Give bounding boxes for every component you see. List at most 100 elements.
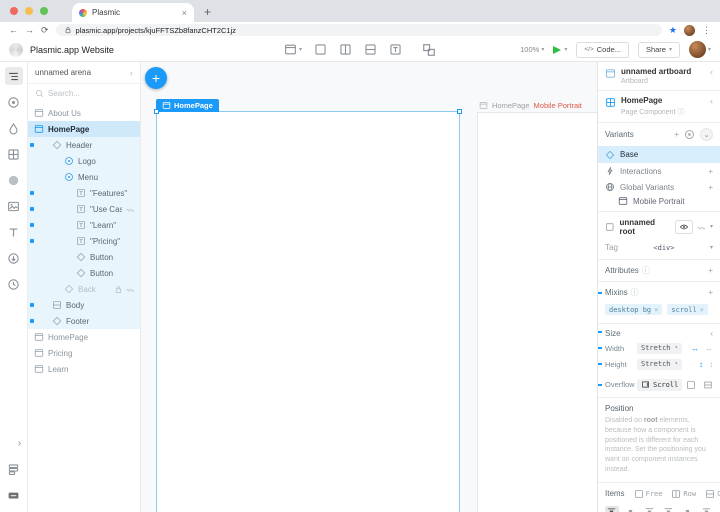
overflow-hidden-icon[interactable] [686,380,696,390]
artboard-info-row[interactable]: unnamed artboard Artboard ‹ [598,62,720,91]
tree-row-back[interactable]: Back [28,281,140,297]
window-controls[interactable] [0,0,58,22]
horizontal-stack-tool-button[interactable] [339,43,352,56]
overflow-scroll-button[interactable]: Scroll [637,379,682,391]
outline-tab-icon[interactable] [5,67,23,85]
add-attribute-icon[interactable]: + [708,266,713,275]
tree-row-about-us[interactable]: About Us [28,105,140,121]
align-start-button[interactable] [605,506,619,512]
component-info-row[interactable]: HomePage Page Component ⓘ ‹ [598,91,720,123]
items-row-button[interactable]: Row [671,489,696,499]
tree-row-button-1[interactable]: Button [28,249,140,265]
text-tool-button[interactable] [389,43,402,56]
import-icon[interactable] [5,249,23,267]
tree-search[interactable] [28,84,140,102]
wrap-width-icon[interactable]: ↔ [705,344,713,353]
items-col-button[interactable]: Col [705,489,720,499]
tag-dropdown-icon[interactable]: ▾ [710,245,713,251]
remove-mixin-icon[interactable]: × [700,306,704,314]
tree-row-learn-page[interactable]: Learn [28,361,140,377]
add-frame-button[interactable]: + [145,67,167,89]
minimize-window-icon[interactable] [25,7,33,15]
tag-value[interactable]: <div> [618,244,710,252]
tree-row-footer[interactable]: Footer [28,313,140,329]
back-icon[interactable]: ← [9,26,18,35]
items-free-button[interactable]: Free [634,489,663,499]
collapse-icon[interactable]: ‹ [710,67,713,77]
tree-row-use-cases[interactable]: "Use Cases" [28,201,140,217]
interactions-row[interactable]: Interactions + [598,163,720,179]
box-tool-button[interactable] [314,43,327,56]
theme-drop-icon[interactable] [5,119,23,137]
forward-icon[interactable]: → [25,26,34,35]
tree-row-menu[interactable]: Menu [28,169,140,185]
bookmark-star-icon[interactable]: ★ [669,25,677,36]
frame-tool-button[interactable]: ▾ [284,43,302,56]
project-title[interactable]: Plasmic.app Website [30,45,114,55]
wrap-height-icon[interactable]: ↕ [709,360,713,369]
artboard1-label[interactable]: HomePage [156,99,219,112]
images-icon[interactable] [5,197,23,215]
reload-icon[interactable]: ⟳ [41,26,49,35]
new-tab-button[interactable]: + [204,5,211,19]
tree-row-pricing[interactable]: "Pricing" [28,233,140,249]
account-menu[interactable]: ▾ [689,41,711,58]
artboard-homepage[interactable]: HomePage [156,111,460,512]
tree-row-homepage-mobile[interactable]: HomePage [28,329,140,345]
panels-icon[interactable] [5,460,23,478]
close-window-icon[interactable] [10,7,18,15]
preview-button[interactable]: ▾ [553,46,567,54]
height-dropdown[interactable]: Stretch▾ [637,359,682,370]
tree-row-body[interactable]: Body [28,297,140,313]
stretch-height-icon[interactable]: ↕ [699,360,703,369]
resize-handle[interactable] [457,109,462,114]
global-variants-row[interactable]: Global Variants + [598,179,720,195]
target-icon[interactable] [5,93,23,111]
component-tool-button[interactable] [422,43,436,57]
browser-profile-avatar[interactable] [684,25,695,36]
history-icon[interactable] [5,275,23,293]
tree-row-header[interactable]: Header [28,137,140,153]
add-variant-icon[interactable]: + [674,130,679,139]
components-icon[interactable] [5,145,23,163]
tree-row-learn[interactable]: "Learn" [28,217,140,233]
share-button[interactable]: Share ▾ [638,42,680,58]
tag-row[interactable]: Tag <div> ▾ [598,240,720,259]
mobile-portrait-row[interactable]: Mobile Portrait [598,195,720,211]
visibility-toggle[interactable] [675,220,693,234]
shortcuts-keyboard-icon[interactable] [5,486,23,504]
artboard-mobile-portrait[interactable] [477,112,597,512]
collapse-icon[interactable]: ‹ [710,96,713,106]
resize-handle[interactable] [154,109,159,114]
tree-row-pricing-page[interactable]: Pricing [28,345,140,361]
mixin-chip-scroll[interactable]: scroll × [667,304,708,315]
typography-icon[interactable] [5,223,23,241]
interaction-wave-icon[interactable] [697,223,706,232]
artboard2-variant-label[interactable]: Mobile Portrait [534,101,582,110]
browser-menu-icon[interactable]: ⋮ [702,25,711,36]
maximize-window-icon[interactable] [40,7,48,15]
width-dropdown[interactable]: Stretch▾ [637,343,682,354]
tree-row-logo[interactable]: Logo [28,153,140,169]
space-between-button[interactable] [661,506,675,512]
overflow-visible-icon[interactable] [703,380,713,390]
tree-row-homepage[interactable]: HomePage [28,121,140,137]
collapse-panel-icon[interactable]: ‹ [130,68,133,78]
collapse-icon[interactable]: ‹ [710,329,713,338]
address-bar[interactable]: plasmic.app/projects/kjuFFTSZb8fanzCHT2C… [56,24,662,36]
align-end-button[interactable] [643,506,657,512]
user-avatar[interactable] [689,41,706,58]
attributes-section[interactable]: Attributes ⓘ + [598,260,720,282]
remove-mixin-icon[interactable]: × [654,306,658,314]
stretch-width-icon[interactable]: ↔ [691,344,699,353]
search-input[interactable] [48,89,118,98]
tokens-icon[interactable] [5,171,23,189]
zoom-level-dropdown[interactable]: 100%▾ [520,45,544,54]
expand-panel-icon[interactable]: › [5,434,23,452]
add-mixin-icon[interactable]: + [708,288,713,297]
add-global-variant-icon[interactable]: + [708,183,713,192]
code-button[interactable]: </> Code... [576,42,629,58]
mixin-chip-desktop-bg[interactable]: desktop bg × [605,304,662,315]
variant-settings-icon[interactable] [684,129,695,140]
align-center-button[interactable] [624,506,638,512]
